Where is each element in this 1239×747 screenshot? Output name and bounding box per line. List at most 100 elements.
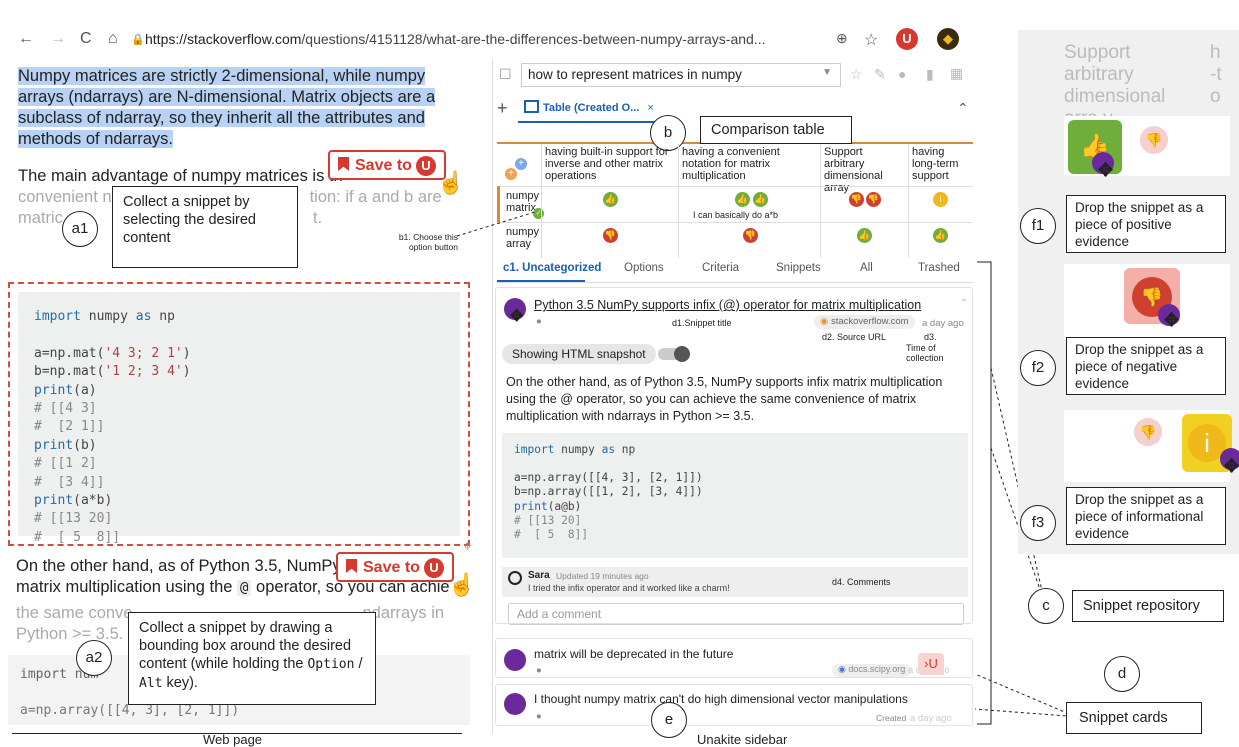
code-line: # [[4 3] [34, 401, 97, 417]
criterion-header[interactable]: having built-in support for inverse and … [541, 144, 678, 186]
snippet-card-expanded[interactable]: ✥ Python 3.5 NumPy supports infix (@) op… [495, 287, 973, 625]
row-divider [497, 186, 973, 187]
reload-icon[interactable]: C [80, 30, 92, 48]
thumb-up-icon: 👍 [603, 192, 618, 207]
snippet-title[interactable]: matrix will be deprecated in the future [534, 647, 733, 661]
nav-divider [497, 282, 973, 283]
callout-d: Snippet cards [1066, 702, 1202, 734]
callout-b: Comparison table [700, 116, 852, 144]
comment-icon[interactable]: ● [536, 316, 542, 327]
code-line: a=np.mat('4 3; 2 1') [34, 345, 191, 361]
snippet-code: import numpy as np a=np.array([[4, 3], [2… [502, 433, 968, 558]
move-cursor-icon: ✥ [1224, 456, 1239, 476]
collected-time: a day ago [922, 318, 964, 329]
callout-a2: Collect a snippet by drawing a bounding … [128, 612, 376, 705]
nav-tab-trashed[interactable]: Trashed [918, 262, 960, 274]
drop-cell-positive[interactable]: 👍 👎 ✥ [1064, 116, 1230, 180]
d2-label: d2. Source URL [822, 332, 887, 342]
home-icon[interactable]: ⌂ [108, 30, 118, 48]
add-option-icon[interactable]: + [505, 168, 517, 180]
edit-square-icon[interactable]: ☐ [499, 66, 512, 83]
chat-icon[interactable]: ● [898, 66, 906, 82]
nav-tab-options[interactable]: Options [624, 262, 664, 274]
code-line: # [[13 20] [34, 511, 113, 527]
label-a2: a2 [76, 640, 112, 676]
scipy-icon: ◉ [838, 664, 849, 674]
comparison-table: + + having built-in support for inverse … [497, 144, 973, 258]
back-icon[interactable]: ← [18, 30, 34, 48]
drop-cell-info[interactable]: 👎 i ✥ [1064, 410, 1239, 482]
snippet-card[interactable]: matrix will be deprecated in the future … [495, 638, 973, 678]
nav-tab-snippets[interactable]: Snippets [776, 262, 821, 274]
d1-label: d1.Snippet title [672, 318, 732, 328]
extension-icon[interactable]: ◆ [937, 28, 959, 50]
pencil-icon[interactable]: ✎ [874, 66, 886, 83]
col-divider [820, 186, 821, 258]
info-icon: i [933, 192, 948, 207]
browser-toolbar: ← → C ⌂ 🔒 https://stackoverflow.com/ques… [0, 0, 1000, 60]
code-line: # [3 4]] [34, 474, 105, 490]
question-select[interactable]: how to represent matrices in numpy ▼ [521, 63, 841, 87]
criterion-header[interactable]: having a convenient notation for matrix … [678, 144, 820, 186]
bookmark-icon [338, 157, 349, 171]
criterion-header[interactable]: Support arbitrary dimensional array [820, 144, 908, 194]
snapshot-toggle[interactable] [658, 346, 690, 362]
hand-cursor-icon: ☝ [437, 170, 465, 195]
forward-icon[interactable]: → [50, 30, 66, 48]
html-snapshot-badge[interactable]: Showing HTML snapshot [502, 344, 656, 364]
d3-text: Time of collection [906, 343, 944, 363]
caption-web-page: Web page [203, 732, 263, 747]
address-bar[interactable]: https://stackoverflow.com/questions/4151… [145, 31, 765, 47]
callout-f3: Drop the snippet as a piece of informati… [1066, 487, 1226, 545]
table-icon [524, 100, 539, 113]
collected-time: a day ago [910, 713, 952, 724]
trash-icon[interactable]: ▮ [926, 66, 934, 83]
save-to-button-2[interactable]: Save to U [336, 552, 454, 582]
zoom-icon[interactable]: ⊕ [836, 30, 848, 47]
thumb-up-icon: 👍 [735, 192, 750, 207]
add-criterion-icon[interactable]: + [515, 158, 527, 170]
snippet-title[interactable]: Python 3.5 NumPy supports infix (@) oper… [534, 298, 921, 312]
grid-icon[interactable]: ▦ [950, 65, 963, 82]
unakite-extension-icon[interactable]: U [896, 28, 918, 50]
drop-cell-negative[interactable]: 👎 ✥ [1064, 264, 1230, 340]
created-label: Created [876, 713, 907, 723]
code-block: import numpy as np a=np.mat('4 3; 2 1') … [18, 292, 460, 545]
code-line: # [[1 2] [34, 456, 97, 472]
nav-tab-criteria[interactable]: Criteria [702, 262, 739, 274]
drop-target-panel: Support arbitrary dimensional arra y h -… [1018, 30, 1239, 554]
bounding-box-selection[interactable]: import numpy as np a=np.mat('4 3; 2 1') … [8, 282, 470, 546]
move-cursor-icon: ✥ [1164, 310, 1180, 330]
code-line: print(a*b) [34, 493, 113, 509]
add-comment-input[interactable]: Add a comment [508, 603, 964, 625]
source-url-chip[interactable]: ◉ docs.scipy.org [832, 664, 912, 677]
save-to-button[interactable]: Save to U [328, 150, 446, 180]
snippet-title[interactable]: I thought numpy matrix can't do high dim… [534, 692, 908, 706]
save-to-icon[interactable]: ›U [918, 653, 944, 675]
highlighted-paragraph[interactable]: Numpy matrices are strictly 2-dimensiona… [18, 66, 470, 150]
snippet-body: On the other hand, as of Python 3.5, Num… [506, 375, 943, 423]
collapse-card-icon[interactable]: ⌃ [960, 298, 968, 309]
criterion-header[interactable]: having long-term support [908, 144, 973, 186]
close-tab-icon[interactable]: × [647, 102, 653, 114]
source-url-chip[interactable]: ◉ stackoverflow.com [814, 315, 915, 329]
hand-cursor-icon: ☝ [448, 572, 476, 597]
comment-icon[interactable]: ● [536, 665, 542, 676]
thumb-down-faded-icon: 👎 [1140, 126, 1168, 154]
collapse-icon[interactable]: ⌃ [957, 100, 969, 117]
snippet-card[interactable]: I thought numpy matrix can't do high dim… [495, 684, 973, 726]
star-outline-icon[interactable]: ☆ [850, 66, 863, 83]
url-host: https://stackoverflow.com [145, 31, 302, 47]
star-icon[interactable]: ☆ [864, 30, 878, 50]
nav-tab-all[interactable]: All [860, 262, 873, 274]
add-tab-icon[interactable]: + [497, 98, 508, 119]
snippet-avatar-icon [504, 693, 526, 715]
nav-tab-uncategorized[interactable]: c1. Uncategorized [503, 262, 601, 274]
comment-icon[interactable]: ● [536, 711, 542, 722]
row-divider [497, 222, 973, 223]
tab-table[interactable]: Table (Created O... × [524, 100, 654, 114]
move-cursor-icon: ✥ [1098, 160, 1114, 180]
cell-note: I can basically do a*b [693, 210, 779, 220]
thumb-down-icon: 👎 [603, 228, 618, 243]
para2-line3a: matric [18, 209, 63, 227]
